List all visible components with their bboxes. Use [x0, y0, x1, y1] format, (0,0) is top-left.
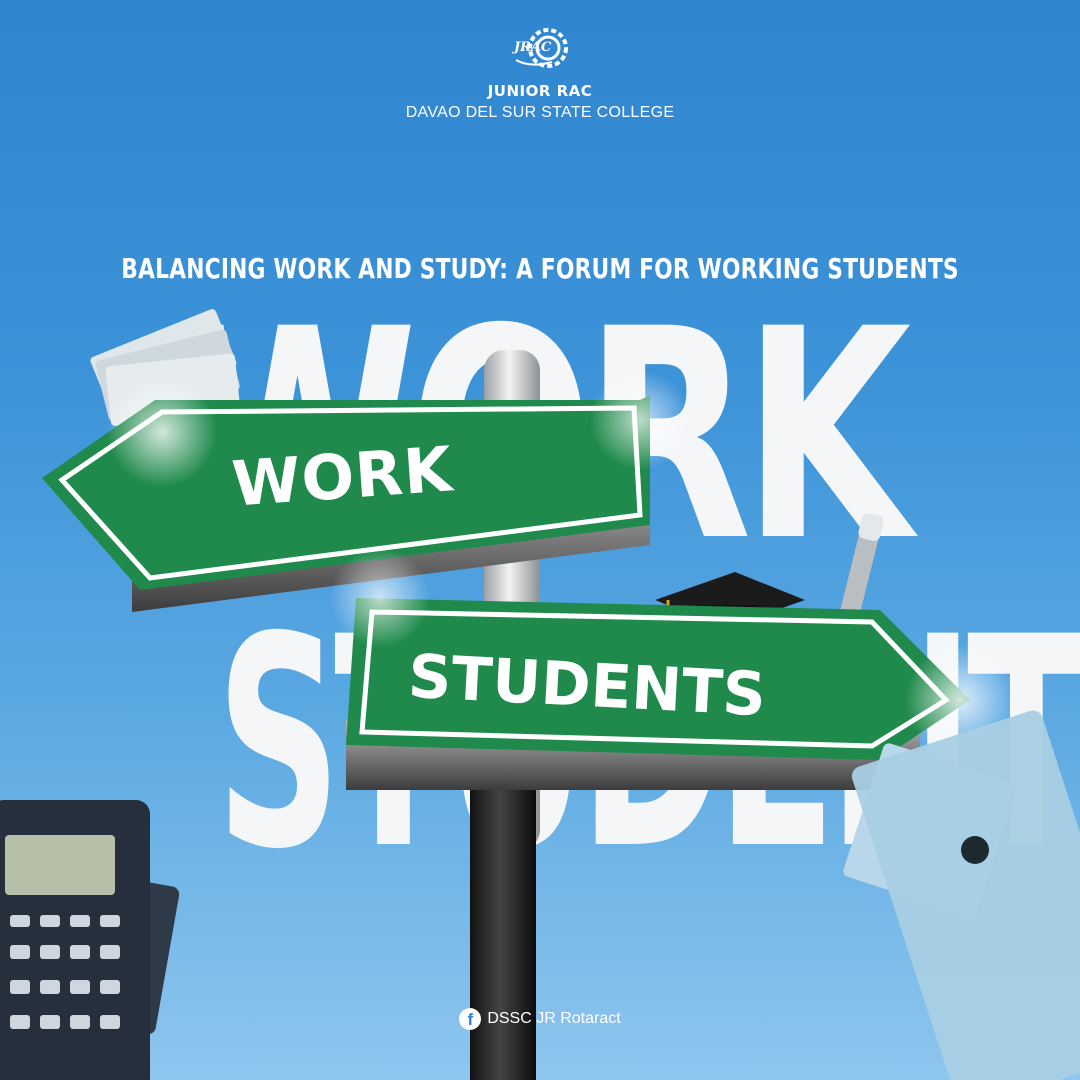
sign-students-label: STUDENTS — [406, 641, 768, 731]
sign-work-label: WORK — [229, 432, 456, 521]
signpost-scene — [0, 309, 1080, 1080]
calculator-icon — [0, 800, 180, 1080]
facebook-page-label[interactable]: DSSC JR Rotaract — [487, 1010, 620, 1027]
facebook-icon[interactable]: f — [459, 1008, 482, 1030]
pole-base — [470, 790, 536, 1080]
footer: f DSSC JR Rotaract — [0, 1008, 1080, 1030]
poster: JRAC JUNIOR RAC DAVAO DEL SUR STATE COLL… — [0, 0, 1080, 1080]
